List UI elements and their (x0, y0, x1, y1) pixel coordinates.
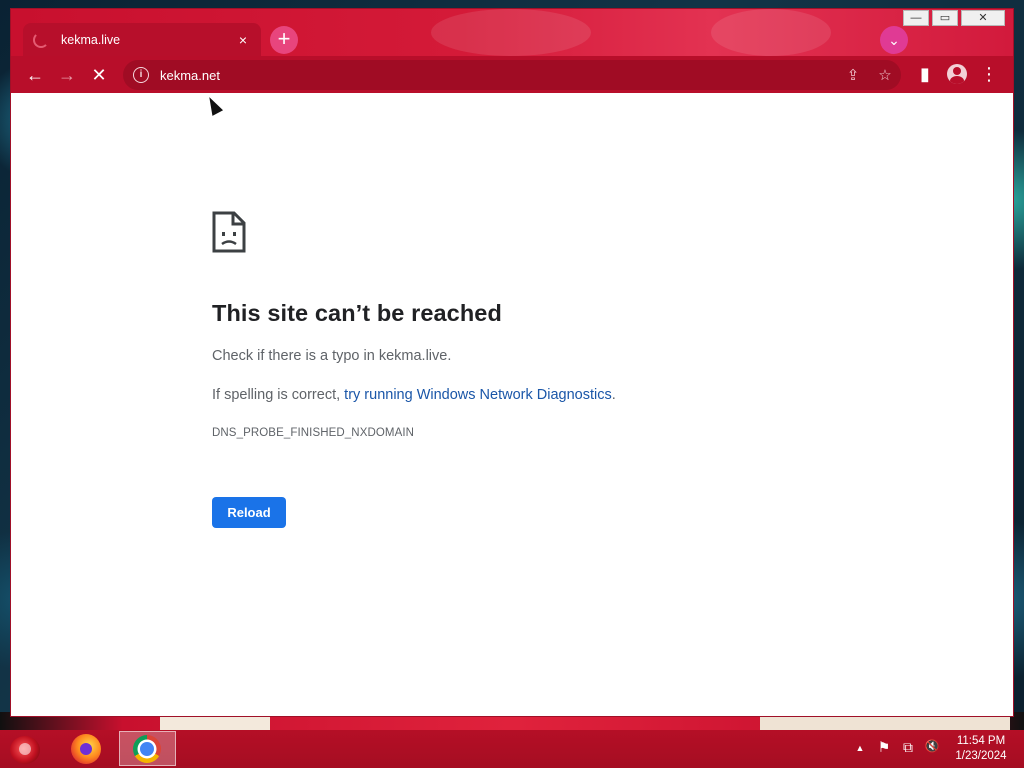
maximize-button[interactable]: ▭ (932, 10, 958, 26)
error-heading: This site can’t be reached (212, 300, 502, 326)
system-tray: ▲ ⚑ ⧉ 🔇 (848, 739, 944, 757)
taskbar-chrome[interactable] (119, 731, 176, 766)
chrome-icon (133, 735, 161, 763)
stop-loading-button[interactable]: ✕ (83, 59, 115, 91)
avatar-icon (947, 64, 967, 84)
clock-date: 1/23/2024 (955, 750, 1007, 762)
address-bar[interactable]: i kekma.net ⇪ ☆ (123, 60, 901, 90)
taskbar-firefox[interactable] (58, 731, 112, 766)
titlebar-glow (711, 9, 831, 56)
network-icon[interactable]: ⧉ (896, 739, 920, 757)
titlebar-glow (431, 9, 591, 56)
title-bar: kekma.live × + ⌄ — ▭ ✕ (11, 9, 1013, 56)
typo-hint: Check if there is a typo in kekma.live. (212, 348, 452, 364)
tab-title: kekma.live (61, 32, 121, 47)
side-panel-icon[interactable]: ▮ (909, 58, 941, 90)
page-content: This site can’t be reached Check if ther… (12, 93, 1012, 715)
clock-time: 11:54 PM (956, 735, 1006, 747)
forward-button[interactable]: → (51, 59, 83, 91)
mouse-cursor-icon (204, 94, 224, 116)
url-text[interactable]: kekma.net (160, 68, 837, 83)
browser-window: kekma.live × + ⌄ — ▭ ✕ ← → ✕ i kekma.net… (11, 9, 1013, 716)
diagnostics-suffix: . (611, 387, 616, 403)
action-center-flag-icon[interactable]: ⚑ (872, 739, 896, 757)
volume-muted-icon[interactable]: 🔇 (920, 739, 944, 757)
show-hidden-icons-icon[interactable]: ▲ (848, 739, 872, 757)
toolbar-right-group: ▮ ⋮ (909, 58, 1005, 90)
close-tab-icon[interactable]: × (235, 32, 251, 48)
diagnostics-hint: If spelling is correct, try running Wind… (212, 387, 616, 403)
loading-spinner-icon (33, 31, 49, 48)
error-code: DNS_PROBE_FINISHED_NXDOMAIN (212, 427, 415, 439)
diagnostics-prefix: If spelling is correct, (212, 387, 345, 403)
bookmark-star-icon[interactable]: ☆ (869, 66, 901, 84)
share-icon[interactable]: ⇪ (837, 66, 869, 84)
minimize-button[interactable]: — (903, 10, 929, 26)
active-tab[interactable]: kekma.live × (23, 23, 261, 56)
browser-toolbar: ← → ✕ i kekma.net ⇪ ☆ ▮ ⋮ (11, 56, 1013, 93)
profile-button[interactable] (941, 58, 973, 90)
site-info-icon[interactable]: i (133, 67, 149, 83)
back-button[interactable]: ← (19, 59, 51, 91)
close-window-button[interactable]: ✕ (961, 10, 1005, 26)
sad-page-icon (212, 211, 246, 253)
window-controls: — ▭ ✕ (900, 10, 1005, 27)
menu-icon[interactable]: ⋮ (973, 58, 1005, 90)
new-tab-button[interactable]: + (270, 26, 298, 54)
taskbar: ▲ ⚑ ⧉ 🔇 11:54 PM 1/23/2024 (0, 730, 1024, 768)
start-button[interactable] (10, 736, 40, 764)
firefox-icon (71, 734, 101, 764)
taskbar-clock[interactable]: 11:54 PM 1/23/2024 (946, 734, 1016, 764)
network-diagnostics-link[interactable]: try running Windows Network Diagnostics (344, 387, 612, 403)
tab-search-button[interactable]: ⌄ (880, 26, 908, 54)
reload-button[interactable]: Reload (212, 497, 286, 528)
